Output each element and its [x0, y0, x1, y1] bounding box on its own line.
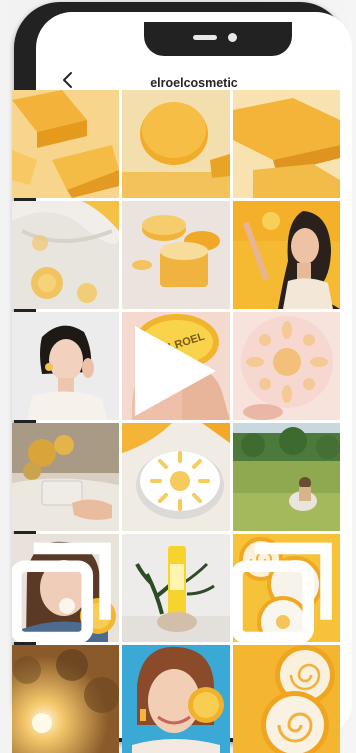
- post-image: [233, 201, 340, 309]
- speaker-grille: [193, 35, 217, 40]
- post-image: [122, 90, 230, 198]
- post-image: [233, 90, 340, 198]
- post-thumbnail[interactable]: [233, 534, 340, 642]
- album-icon: [12, 542, 111, 642]
- post-image: [12, 645, 119, 753]
- post-thumbnail[interactable]: [12, 423, 119, 531]
- post-thumbnail[interactable]: [12, 90, 119, 198]
- post-image: [233, 423, 340, 531]
- post-thumbnail[interactable]: [122, 201, 230, 309]
- post-thumbnail[interactable]: [233, 645, 340, 753]
- post-image: [122, 645, 230, 753]
- post-image: [233, 312, 340, 420]
- post-thumbnail[interactable]: [233, 423, 340, 531]
- post-thumbnail[interactable]: [233, 201, 340, 309]
- post-thumbnail[interactable]: [122, 423, 230, 531]
- profile-username: elroelcosmetic: [150, 76, 238, 90]
- post-thumbnail[interactable]: [233, 312, 340, 420]
- post-thumbnail[interactable]: [233, 90, 340, 198]
- album-icon: [233, 542, 332, 642]
- post-thumbnail[interactable]: [12, 201, 119, 309]
- phone-notch: [144, 22, 292, 56]
- post-thumbnail[interactable]: [122, 645, 230, 753]
- post-thumbnail[interactable]: [12, 645, 119, 753]
- post-image: [122, 534, 230, 642]
- post-image: [12, 423, 119, 531]
- post-image: [233, 645, 340, 753]
- post-thumbnail[interactable]: ELROEL: [122, 312, 230, 420]
- post-thumbnail[interactable]: [12, 534, 119, 642]
- front-camera: [228, 33, 237, 42]
- post-image: [122, 423, 230, 531]
- post-image: [12, 201, 119, 309]
- post-image: [12, 90, 119, 198]
- post-thumbnail[interactable]: [122, 534, 230, 642]
- post-grid: ELROEL: [12, 90, 340, 753]
- post-image: [122, 201, 230, 309]
- post-image: [12, 312, 119, 420]
- reel-icon: [135, 326, 216, 416]
- post-thumbnail[interactable]: [122, 90, 230, 198]
- post-thumbnail[interactable]: [12, 312, 119, 420]
